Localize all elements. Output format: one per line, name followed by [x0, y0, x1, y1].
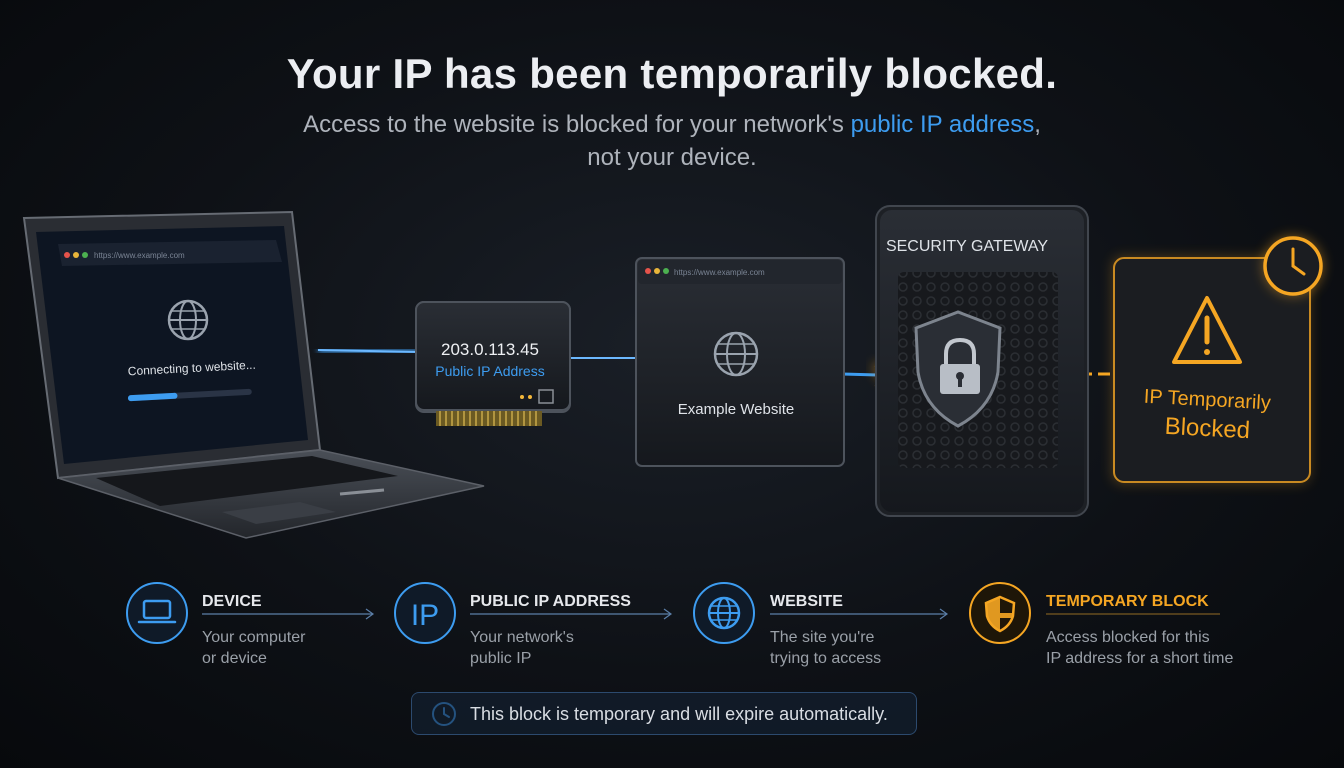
- step-device-desc1: Your computer: [202, 629, 306, 646]
- laptop-url: https://www.example.com: [94, 251, 185, 260]
- step-device-title: DEVICE: [202, 593, 262, 610]
- step-device-desc2: or device: [202, 650, 267, 667]
- website-card: https://www.example.com Example Website: [635, 257, 845, 467]
- security-gateway: SECURITY GATEWAY: [875, 205, 1089, 517]
- clock-icon: [1263, 236, 1323, 296]
- step-ip-desc: Your network's public IP: [470, 627, 574, 669]
- step-ip-desc2: public IP: [470, 650, 532, 667]
- website-card-url: https://www.example.com: [674, 268, 765, 277]
- blocked-card: IP Temporarily Blocked: [1112, 236, 1323, 484]
- step-ip-text: IP: [411, 599, 439, 632]
- gateway-label: SECURITY GATEWAY: [886, 238, 1048, 255]
- ip-card-address: 203.0.113.45: [441, 340, 539, 359]
- step-website-title: WEBSITE: [770, 593, 843, 610]
- step-icon-block: [969, 582, 1031, 644]
- ip-card: 203.0.113.45 Public IP Address: [415, 301, 571, 426]
- step-block-desc2: IP address for a short time: [1046, 650, 1234, 667]
- step-block-title: TEMPORARY BLOCK: [1046, 593, 1209, 610]
- step-icon-website: [693, 582, 755, 644]
- step-ip-title: PUBLIC IP ADDRESS: [470, 593, 631, 610]
- ip-card-label: Public IP Address: [435, 363, 544, 379]
- step-website-desc2: trying to access: [770, 650, 882, 667]
- step-website-desc1: The site you're: [770, 629, 875, 646]
- step-block-desc: Access blocked for this IP address for a …: [1046, 627, 1233, 669]
- website-card-label: Example Website: [678, 401, 794, 418]
- step-ip-desc1: Your network's: [470, 629, 574, 646]
- step-icon-device: [126, 582, 188, 644]
- step-icon-ip: IP: [394, 582, 456, 644]
- temporary-note-text: This block is temporary and will expire …: [470, 704, 888, 724]
- step-block-desc1: Access blocked for this: [1046, 629, 1210, 646]
- step-device-desc: Your computer or device: [202, 627, 305, 669]
- blocked-line2: Blocked: [1164, 413, 1251, 444]
- step-website-desc: The site you're trying to access: [770, 627, 881, 669]
